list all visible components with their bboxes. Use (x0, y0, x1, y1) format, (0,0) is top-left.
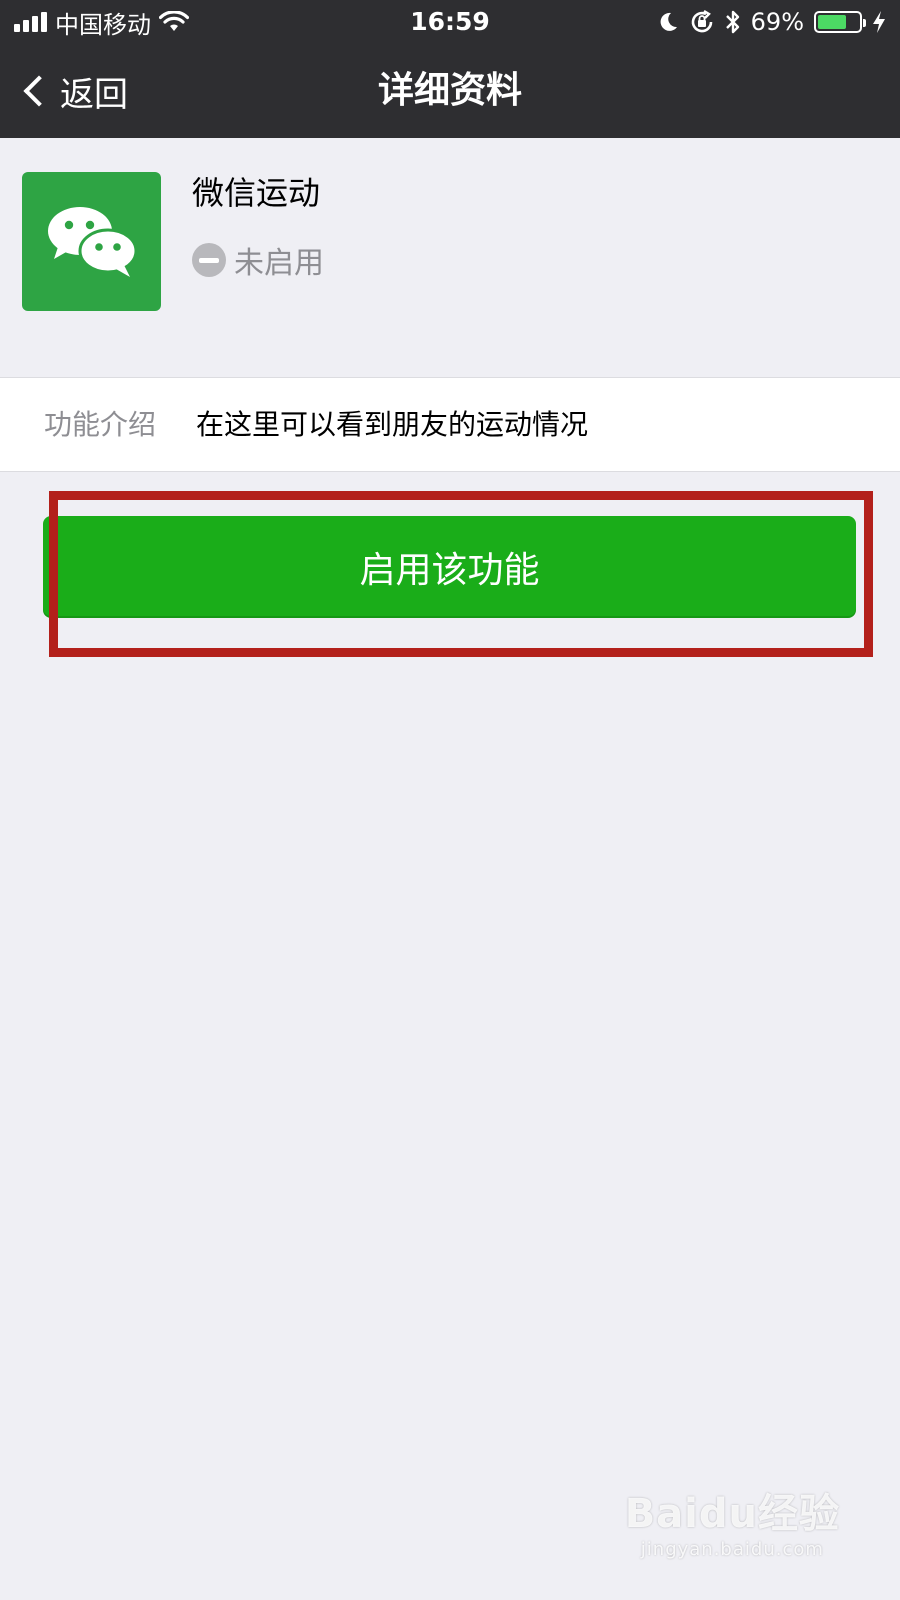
status-bar: 中国移动 16:59 69% (0, 0, 900, 44)
disabled-icon (192, 243, 226, 277)
status-row: 未启用 (192, 238, 324, 282)
wechat-bubbles-icon (47, 206, 137, 277)
rotation-lock-icon (691, 9, 712, 33)
feature-intro-row: 功能介绍 在这里可以看到朋友的运动情况 (0, 377, 900, 472)
battery-icon (814, 11, 866, 33)
watermark-url: jingyan.baidu.com (640, 1539, 824, 1560)
wechat-icon (22, 172, 161, 311)
page-title: 详细资料 (377, 70, 522, 111)
watermark-logo: Baidu经验 (624, 1491, 840, 1537)
moon-icon (660, 12, 677, 31)
nav-bar: 返回 详细资料 (0, 44, 900, 138)
enable-feature-label: 启用该功能 (359, 550, 540, 591)
watermark: Baidu经验 jingyan.baidu.com (625, 1481, 840, 1560)
app-header: 微信运动 未启用 (0, 138, 900, 378)
phone-screen: 中国移动 16:59 69% 返回 详细资料 微信运动 未启用 功能介绍 在这里… (0, 0, 900, 1600)
battery-percent: 69% (750, 8, 804, 36)
enable-feature-button[interactable]: 启用该功能 (43, 516, 856, 618)
status-right: 69% (659, 0, 886, 44)
feature-intro-value: 在这里可以看到朋友的运动情况 (196, 408, 589, 441)
feature-intro-label: 功能介绍 (44, 408, 157, 441)
status-badge: 未启用 (234, 246, 324, 281)
charging-icon (873, 11, 885, 33)
bluetooth-icon (725, 10, 739, 34)
app-name: 微信运动 (192, 174, 321, 212)
battery-fill (818, 15, 846, 29)
